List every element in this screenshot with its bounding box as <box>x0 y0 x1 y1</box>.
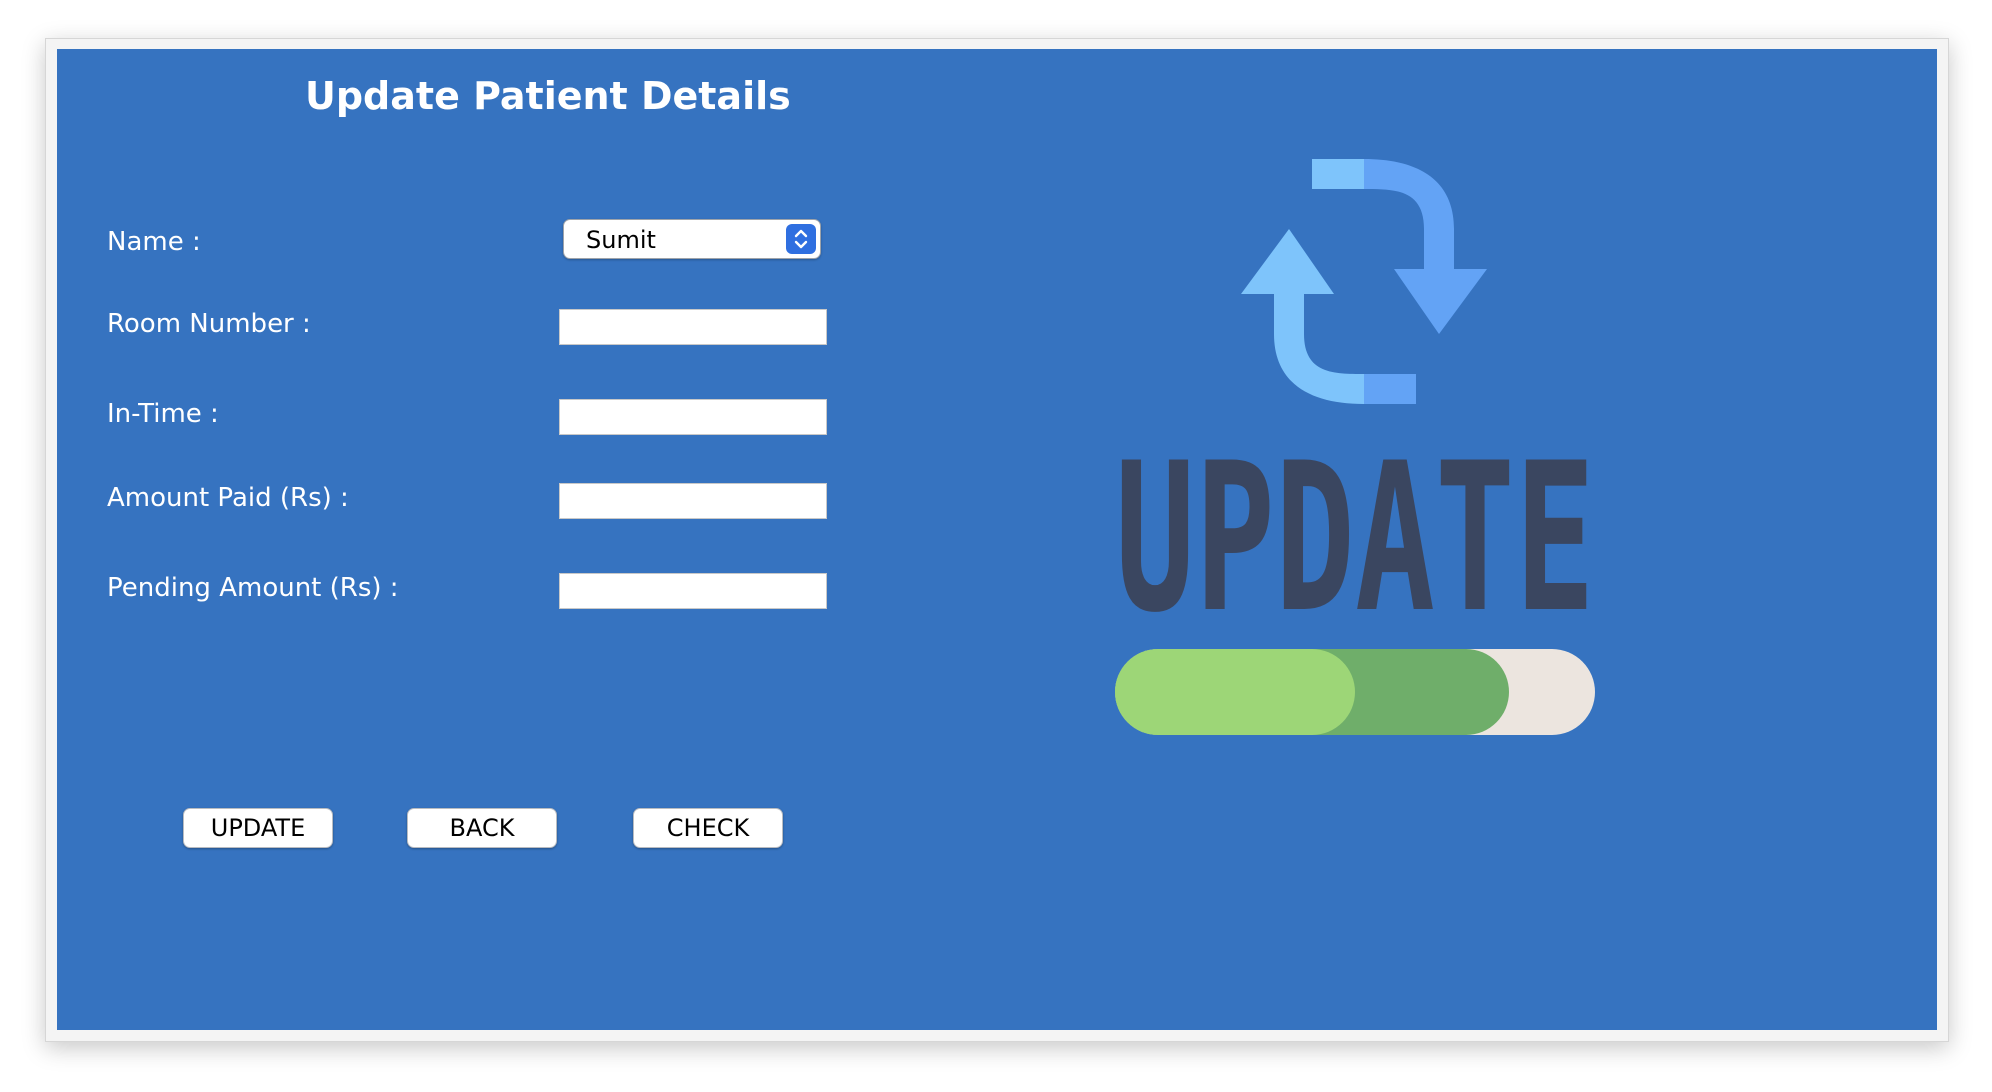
amount-paid-field[interactable] <box>559 483 827 519</box>
refresh-icon <box>1241 159 1487 404</box>
name-label: Name : <box>107 227 201 257</box>
amount-paid-label: Amount Paid (Rs) : <box>107 483 349 513</box>
update-patient-panel: Update Patient Details Name : Sumit Room… <box>57 49 1937 1030</box>
progress-bar <box>1115 649 1595 735</box>
update-text: UPDATE <box>1115 420 1595 658</box>
in-time-label: In-Time : <box>107 399 219 429</box>
back-button[interactable]: BACK <box>407 808 557 848</box>
room-number-field[interactable] <box>559 309 827 345</box>
pending-amount-label: Pending Amount (Rs) : <box>107 573 399 603</box>
pending-amount-field[interactable] <box>559 573 827 609</box>
app-window: Update Patient Details Name : Sumit Room… <box>45 38 1949 1042</box>
name-selected-value: Sumit <box>586 226 656 254</box>
progress-fill-highlight <box>1115 649 1355 735</box>
update-graphic: UPDATE <box>1115 159 1595 735</box>
room-number-label: Room Number : <box>107 309 311 339</box>
name-dropdown[interactable]: Sumit <box>563 219 821 259</box>
in-time-field[interactable] <box>559 399 827 435</box>
update-button[interactable]: UPDATE <box>183 808 333 848</box>
update-illustration: UPDATE <box>1047 159 1667 779</box>
chevron-up-down-icon <box>786 224 816 254</box>
check-button[interactable]: CHECK <box>633 808 783 848</box>
page-title: Update Patient Details <box>305 74 791 118</box>
